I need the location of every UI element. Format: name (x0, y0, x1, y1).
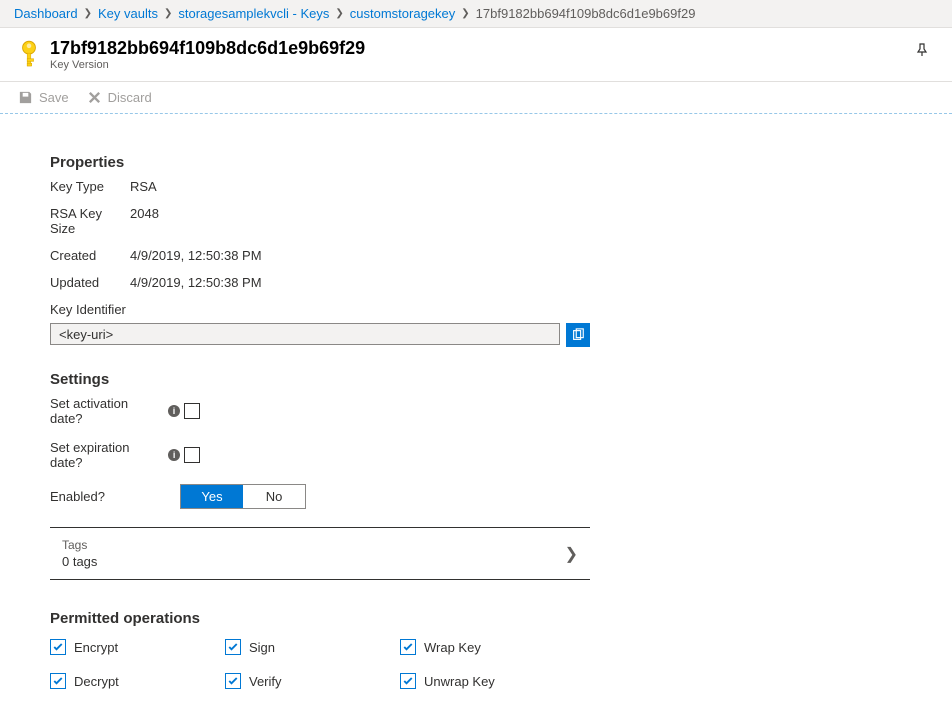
activation-date-label: Set activation date? (50, 396, 164, 426)
rsa-key-size-label: RSA Key Size (50, 206, 130, 236)
enabled-no[interactable]: No (243, 485, 305, 508)
key-identifier-label: Key Identifier (50, 302, 590, 317)
tags-row[interactable]: Tags 0 tags ❯ (50, 527, 590, 580)
breadcrumb-dashboard[interactable]: Dashboard (14, 6, 78, 21)
encrypt-checkbox[interactable] (50, 639, 66, 655)
unwrap-key-checkbox[interactable] (400, 673, 416, 689)
sign-checkbox[interactable] (225, 639, 241, 655)
encrypt-label: Encrypt (74, 640, 118, 655)
sign-label: Sign (249, 640, 275, 655)
chevron-right-icon: ❯ (461, 8, 469, 19)
breadcrumb: Dashboard ❯ Key vaults ❯ storagesamplekv… (0, 0, 952, 28)
discard-button[interactable]: Discard (87, 90, 152, 105)
pin-button[interactable] (910, 38, 934, 65)
updated-value: 4/9/2019, 12:50:38 PM (130, 275, 262, 290)
expiration-date-checkbox[interactable] (184, 447, 200, 463)
created-label: Created (50, 248, 130, 263)
decrypt-label: Decrypt (74, 674, 119, 689)
save-icon (18, 90, 33, 105)
key-type-label: Key Type (50, 179, 130, 194)
chevron-right-icon: ❯ (565, 544, 578, 564)
toolbar: Save Discard (0, 82, 952, 114)
discard-icon (87, 90, 102, 105)
breadcrumb-keyvaults[interactable]: Key vaults (98, 6, 158, 21)
settings-title: Settings (50, 371, 590, 388)
page-subtitle: Key Version (50, 59, 365, 71)
permitted-operations-title: Permitted operations (50, 610, 590, 627)
enabled-toggle: Yes No (180, 484, 306, 509)
enabled-yes[interactable]: Yes (181, 485, 243, 508)
info-icon[interactable]: i (168, 449, 180, 461)
key-icon (18, 40, 40, 70)
properties-title: Properties (50, 154, 590, 171)
unwrap-key-label: Unwrap Key (424, 674, 495, 689)
expiration-date-label: Set expiration date? (50, 440, 164, 470)
page-header: 17bf9182bb694f109b8dc6d1e9b69f29 Key Ver… (0, 28, 952, 82)
tags-label: Tags (62, 538, 97, 552)
updated-label: Updated (50, 275, 130, 290)
breadcrumb-current: 17bf9182bb694f109b8dc6d1e9b69f29 (476, 6, 696, 21)
decrypt-checkbox[interactable] (50, 673, 66, 689)
copy-icon (571, 328, 585, 342)
copy-button[interactable] (566, 323, 590, 347)
chevron-right-icon: ❯ (335, 8, 343, 19)
info-icon[interactable]: i (168, 405, 180, 417)
enabled-label: Enabled? (50, 489, 105, 504)
chevron-right-icon: ❯ (164, 8, 172, 19)
activation-date-checkbox[interactable] (184, 403, 200, 419)
verify-label: Verify (249, 674, 282, 689)
key-identifier-field[interactable]: <key-uri> (50, 323, 560, 345)
discard-label: Discard (108, 90, 152, 105)
save-label: Save (39, 90, 69, 105)
rsa-key-size-value: 2048 (130, 206, 159, 236)
created-value: 4/9/2019, 12:50:38 PM (130, 248, 262, 263)
wrap-key-checkbox[interactable] (400, 639, 416, 655)
tags-count: 0 tags (62, 554, 97, 569)
content-area: Properties Key Type RSA RSA Key Size 204… (0, 114, 640, 719)
breadcrumb-vault-keys[interactable]: storagesamplekvcli - Keys (178, 6, 329, 21)
breadcrumb-key[interactable]: customstoragekey (350, 6, 456, 21)
wrap-key-label: Wrap Key (424, 640, 481, 655)
key-type-value: RSA (130, 179, 157, 194)
save-button[interactable]: Save (18, 90, 69, 105)
verify-checkbox[interactable] (225, 673, 241, 689)
page-title: 17bf9182bb694f109b8dc6d1e9b69f29 (50, 38, 365, 59)
chevron-right-icon: ❯ (84, 8, 92, 19)
